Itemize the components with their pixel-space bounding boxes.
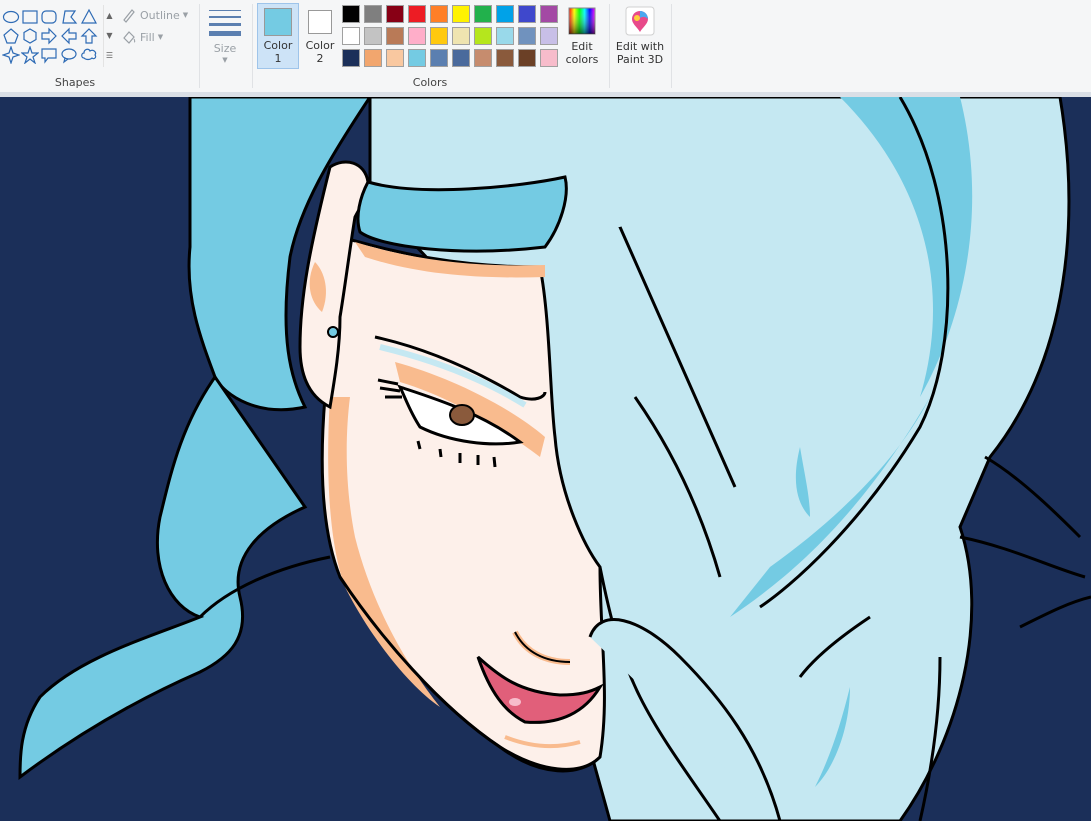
fill-dropdown[interactable]: Fill ▼ <box>121 29 163 45</box>
palette-swatch[interactable] <box>386 49 404 67</box>
palette-swatch[interactable] <box>408 27 426 45</box>
line-width-icon <box>209 10 241 41</box>
right-arrow-icon[interactable] <box>40 27 58 45</box>
separator <box>609 4 610 88</box>
palette-swatch[interactable] <box>386 5 404 23</box>
palette-swatch[interactable] <box>518 49 536 67</box>
edit-colors-label-2: colors <box>565 53 599 66</box>
separator <box>671 4 672 88</box>
palette-swatch[interactable] <box>518 27 536 45</box>
fill-label: Fill <box>140 30 155 44</box>
palette-swatch[interactable] <box>496 49 514 67</box>
palette-swatch[interactable] <box>452 49 470 67</box>
palette-swatch[interactable] <box>386 27 404 45</box>
cloud-callout-icon[interactable] <box>80 46 98 64</box>
edit-colors-label: Edit <box>571 40 593 53</box>
palette-swatch[interactable] <box>452 27 470 45</box>
palette-swatch[interactable] <box>496 5 514 23</box>
rectangle-icon[interactable] <box>21 8 39 26</box>
color2-swatch <box>308 10 332 34</box>
palette-swatch[interactable] <box>342 5 360 23</box>
pentagon-icon[interactable] <box>2 27 20 45</box>
palette-swatch[interactable] <box>430 27 448 45</box>
outline-icon <box>123 9 135 23</box>
color1-number: 1 <box>274 52 282 65</box>
palette-swatch[interactable] <box>474 27 492 45</box>
five-point-star-icon[interactable] <box>20 45 40 65</box>
chevron-down-icon: ▼ <box>222 56 228 64</box>
color1-swatch <box>264 8 292 36</box>
color-spectrum-icon <box>567 6 597 36</box>
up-arrow-icon[interactable] <box>80 27 98 45</box>
palette-swatch[interactable] <box>474 49 492 67</box>
palette-swatch[interactable] <box>342 27 360 45</box>
color2-label: Color <box>305 39 335 52</box>
color2-button[interactable]: Color 2 <box>300 3 340 69</box>
hexagon-icon[interactable] <box>21 27 39 45</box>
outline-dropdown[interactable]: Outline ▼ <box>121 7 188 23</box>
paint3d-button[interactable]: Edit with Paint 3D <box>613 4 667 66</box>
palette-swatch[interactable] <box>496 27 514 45</box>
palette-swatch[interactable] <box>408 49 426 67</box>
outline-label: Outline <box>140 8 180 22</box>
expand-gallery-icon[interactable]: ☰ <box>105 51 114 60</box>
separator <box>199 4 200 88</box>
rounded-rectangle-icon[interactable] <box>40 8 58 26</box>
triangle-icon[interactable] <box>80 8 98 26</box>
shapes-gallery <box>0 5 114 67</box>
chevron-down-icon: ▼ <box>157 33 164 41</box>
scroll-up-icon[interactable]: ▲ <box>105 11 114 20</box>
colors-group-label: Colors <box>412 76 448 89</box>
palette-swatch[interactable] <box>540 49 558 67</box>
palette-swatch[interactable] <box>540 5 558 23</box>
palette-swatch[interactable] <box>364 5 382 23</box>
size-label: Size <box>213 42 237 55</box>
palette-swatch[interactable] <box>364 27 382 45</box>
shapes-scrollbar[interactable]: ▲ ▼ ☰ <box>103 5 115 67</box>
palette-swatch[interactable] <box>430 5 448 23</box>
color1-button[interactable]: Color 1 <box>257 3 299 69</box>
edit-colors-button[interactable]: Edit colors <box>562 4 602 66</box>
ribbon: ▲ ▼ ☰ Outline ▼ Fill ▼ Shapes Size ▼ Col… <box>0 0 1091 92</box>
chevron-down-icon: ▼ <box>182 11 189 19</box>
callout-rect-icon[interactable] <box>40 46 58 64</box>
color2-number: 2 <box>316 52 324 65</box>
callout-oval-icon[interactable] <box>60 46 78 64</box>
palette-swatch[interactable] <box>408 5 426 23</box>
palette-swatch[interactable] <box>518 5 536 23</box>
scroll-down-icon[interactable]: ▼ <box>105 31 114 40</box>
artwork <box>0 97 1091 821</box>
size-button[interactable]: Size ▼ <box>203 4 247 72</box>
fill-bucket-icon <box>123 31 136 44</box>
drawing-canvas[interactable] <box>0 97 1091 821</box>
palette-swatch[interactable] <box>430 49 448 67</box>
oval-icon[interactable] <box>2 8 20 26</box>
palette-swatch[interactable] <box>540 27 558 45</box>
separator <box>252 4 253 88</box>
paint3d-icon <box>625 6 655 36</box>
color1-label: Color <box>263 39 293 52</box>
shapes-group-label: Shapes <box>54 76 96 89</box>
paint3d-label: Edit with <box>615 40 665 53</box>
palette-swatch[interactable] <box>364 49 382 67</box>
palette-swatch[interactable] <box>342 49 360 67</box>
polygon-icon[interactable] <box>60 8 78 26</box>
paint3d-label-2: Paint 3D <box>616 53 664 66</box>
four-point-star-icon[interactable] <box>1 45 21 65</box>
palette-swatch[interactable] <box>474 5 492 23</box>
left-arrow-icon[interactable] <box>60 27 78 45</box>
palette-swatch[interactable] <box>452 5 470 23</box>
